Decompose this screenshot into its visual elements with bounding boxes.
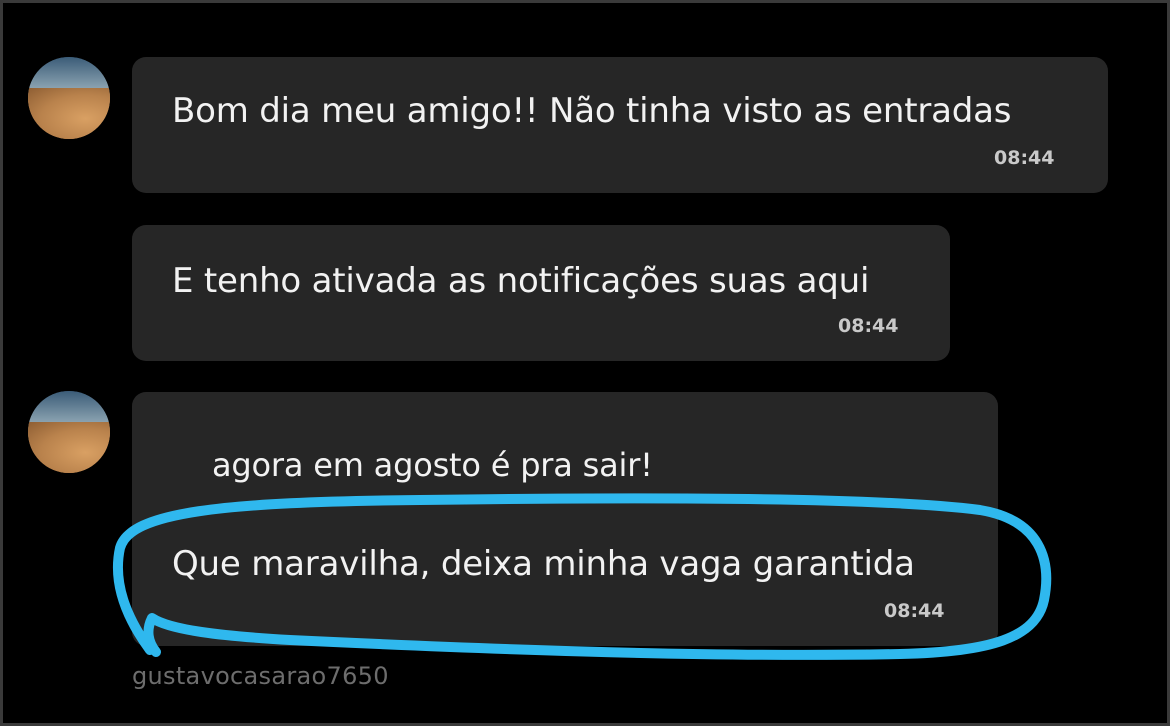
sender-username[interactable]: gustavocasarao7650 [132,662,389,690]
message-bubble[interactable]: E tenho ativada as notificações suas aqu… [132,225,950,361]
avatar[interactable] [28,57,110,139]
message-bubble[interactable]: Bom dia meu amigo!! Não tinha visto as e… [132,57,1108,193]
message-timestamp: 08:44 [994,147,1055,169]
message-bubble[interactable]: agora em agosto é pra sair! Que maravilh… [132,392,998,646]
message-text: Bom dia meu amigo!! Não tinha visto as e… [172,91,1012,131]
message-timestamp: 08:44 [884,600,945,622]
message-timestamp: 08:44 [838,315,899,337]
avatar[interactable] [28,391,110,473]
quoted-reply-text: agora em agosto é pra sair! [212,446,653,484]
message-text: Que maravilha, deixa minha vaga garantid… [172,544,915,584]
message-text: E tenho ativada as notificações suas aqu… [172,261,870,301]
